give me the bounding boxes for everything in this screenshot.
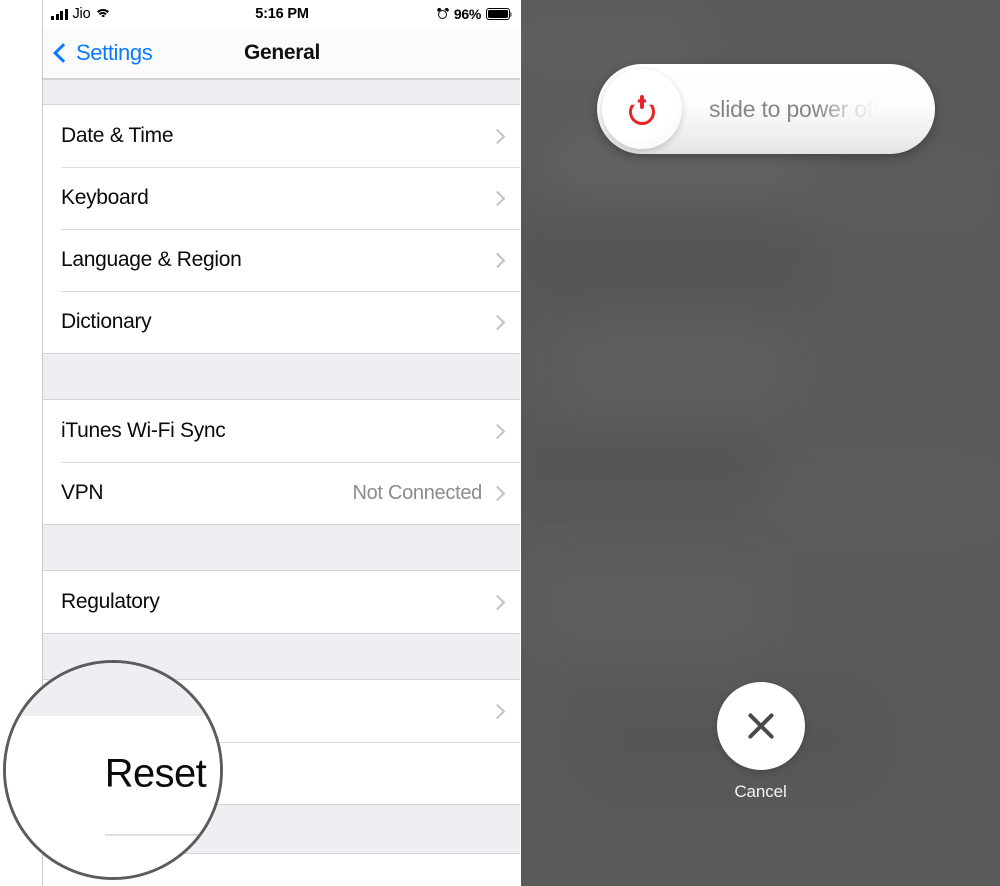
list-item-keyboard[interactable]: Keyboard xyxy=(43,167,520,229)
settings-panel: Jio 5:16 PM 96% Settings General Date & … xyxy=(0,0,520,886)
list-item-language-region[interactable]: Language & Region xyxy=(43,229,520,291)
list-item-date-time[interactable]: Date & Time xyxy=(43,105,520,167)
list-item-vpn[interactable]: VPN Not Connected xyxy=(43,462,520,524)
magnifier-callout-shut-down: Reset Shut Down xyxy=(3,660,223,880)
chevron-right-icon xyxy=(489,485,506,501)
magnifier-content: Reset Shut Down xyxy=(6,663,220,877)
power-icon xyxy=(627,94,657,125)
cancel-area: Cancel xyxy=(521,682,1000,802)
chevron-right-icon xyxy=(489,128,506,144)
status-bar-right: 96% xyxy=(436,0,512,28)
list-item-label: Date & Time xyxy=(61,124,174,147)
alarm-clock-icon xyxy=(436,7,450,20)
chevron-right-icon xyxy=(489,190,506,206)
list-item-itunes-wifi-sync[interactable]: iTunes Wi-Fi Sync xyxy=(43,400,520,462)
magnified-section-gap xyxy=(6,663,220,717)
cancel-label: Cancel xyxy=(734,782,787,801)
list-item-dictionary[interactable]: Dictionary xyxy=(43,291,520,353)
list-item-accessory xyxy=(489,190,507,206)
list-item-accessory xyxy=(489,423,507,439)
list-item-label: Language & Region xyxy=(61,248,242,271)
clock-label: 5:16 PM xyxy=(255,6,309,22)
chevron-right-icon xyxy=(489,314,506,330)
power-slider-knob[interactable] xyxy=(602,69,682,149)
navigation-bar: Settings General xyxy=(43,28,520,79)
settings-section-3: Regulatory xyxy=(43,571,520,633)
list-item-regulatory[interactable]: Regulatory xyxy=(43,571,520,633)
close-x-icon xyxy=(744,709,778,743)
section-gap-1 xyxy=(43,353,520,400)
chevron-right-icon xyxy=(489,703,506,719)
cancel-button[interactable] xyxy=(716,682,805,770)
section-gap-2 xyxy=(43,524,520,571)
list-item-accessory xyxy=(489,128,507,144)
list-item-accessory xyxy=(489,703,507,719)
list-item-accessory xyxy=(489,594,507,610)
list-item-accessory xyxy=(489,314,507,330)
chevron-right-icon xyxy=(489,594,506,610)
section-gap-top xyxy=(43,79,520,105)
vpn-status-value: Not Connected xyxy=(352,481,482,504)
list-item-label: iTunes Wi-Fi Sync xyxy=(61,419,226,442)
settings-section-2: iTunes Wi-Fi Sync VPN Not Connected xyxy=(43,400,520,524)
slide-to-power-off-slider[interactable]: slide to power off xyxy=(597,64,935,154)
settings-section-1: Date & Time Keyboard Language & Region D… xyxy=(43,105,520,353)
chevron-right-icon xyxy=(489,252,506,268)
status-bar: Jio 5:16 PM 96% xyxy=(43,0,520,28)
battery-full-icon xyxy=(486,7,512,21)
list-item-label: Dictionary xyxy=(61,310,152,333)
list-item-label: Keyboard xyxy=(61,186,149,209)
list-item-accessory xyxy=(489,252,507,268)
battery-percent-label: 96% xyxy=(453,6,481,22)
magnified-row-shut-down[interactable]: Shut Down xyxy=(6,835,220,877)
page-title: General xyxy=(243,41,321,64)
screenshot-stage: Jio 5:16 PM 96% Settings General Date & … xyxy=(0,0,1000,886)
list-item-label: VPN xyxy=(61,481,104,504)
list-item-accessory: Not Connected xyxy=(352,482,507,505)
slider-hint-label: slide to power off xyxy=(709,95,879,122)
power-off-screen: slide to power off Cancel xyxy=(521,0,1000,886)
magnified-reset-label: Reset xyxy=(104,752,207,796)
magnified-row-reset[interactable]: Reset xyxy=(6,716,220,834)
chevron-right-icon xyxy=(489,423,506,439)
list-item-label: Regulatory xyxy=(61,590,160,613)
